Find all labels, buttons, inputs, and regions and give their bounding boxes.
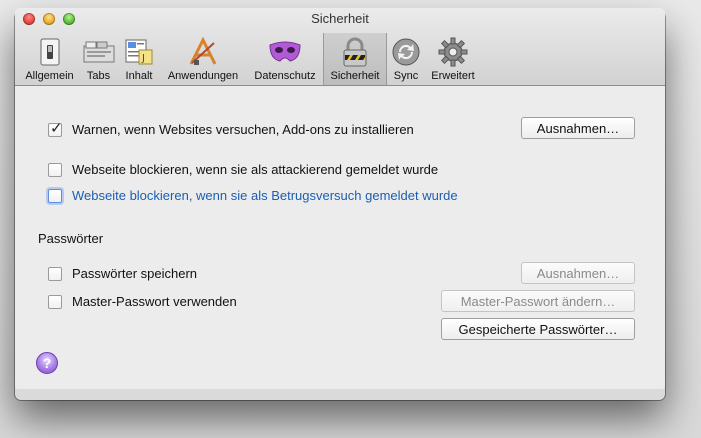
block-fraud-label: Webseite blockieren, wenn sie als Betrug…: [72, 188, 458, 203]
preferences-toolbar: Allgemein Tabs J Inhalt Anwendungen Date…: [21, 33, 481, 85]
block-attack-row: Webseite blockieren, wenn sie als attack…: [48, 162, 438, 177]
tab-sicherheit[interactable]: Sicherheit: [323, 33, 387, 85]
save-passwords-label: Passwörter speichern: [72, 266, 197, 281]
mask-icon: [268, 36, 302, 68]
question-mark-icon: ?: [42, 355, 52, 371]
applications-icon: [186, 36, 220, 68]
save-passwords-checkbox[interactable]: [48, 266, 62, 281]
tab-label: Tabs: [86, 70, 111, 82]
switch-icon: [33, 36, 67, 68]
tab-label: Datenschutz: [254, 70, 316, 82]
tab-tabs[interactable]: Tabs: [78, 33, 119, 85]
tab-datenschutz[interactable]: Datenschutz: [247, 33, 323, 85]
warn-addons-label: Warnen, wenn Websites versuchen, Add-ons…: [72, 122, 414, 137]
tab-label: Sicherheit: [330, 70, 380, 82]
block-fraud-checkbox[interactable]: [48, 188, 62, 203]
warn-addons-row: ✓ Warnen, wenn Websites versuchen, Add-o…: [48, 119, 414, 137]
block-attack-label: Webseite blockieren, wenn sie als attack…: [72, 162, 439, 177]
svg-text:J: J: [141, 53, 145, 64]
tab-label: Allgemein: [25, 70, 74, 82]
master-password-row: Master-Passwort verwenden: [48, 294, 237, 309]
password-exceptions-button[interactable]: Ausnahmen…: [521, 262, 635, 284]
master-password-label: Master-Passwort verwenden: [72, 294, 237, 309]
lock-icon: [338, 36, 372, 68]
gear-icon: [436, 36, 470, 68]
saved-passwords-button[interactable]: Gespeicherte Passwörter…: [441, 318, 635, 340]
tab-allgemein[interactable]: Allgemein: [21, 33, 78, 85]
tabs-icon: [82, 36, 116, 68]
tab-label: Sync: [393, 70, 419, 82]
tab-inhalt[interactable]: J Inhalt: [119, 33, 159, 85]
preferences-window: Sicherheit Allgemein Tabs J Inhalt Anwen…: [15, 8, 665, 389]
window-title: Sicherheit: [311, 11, 369, 26]
tab-label: Erweitert: [431, 70, 475, 82]
block-fraud-row: Webseite blockieren, wenn sie als Betrug…: [48, 188, 458, 203]
addons-exceptions-button[interactable]: Ausnahmen…: [521, 117, 635, 139]
help-button[interactable]: ?: [36, 352, 58, 374]
title-bar: Sicherheit Allgemein Tabs J Inhalt Anwen…: [15, 8, 665, 86]
checkmark-icon: ✓: [50, 119, 63, 137]
security-pane: ✓ Warnen, wenn Websites versuchen, Add-o…: [15, 86, 665, 389]
tab-erweitert[interactable]: Erweitert: [425, 33, 481, 85]
sync-icon: [389, 36, 423, 68]
tab-label: Anwendungen: [167, 70, 239, 82]
save-passwords-row: Passwörter speichern: [48, 266, 197, 281]
warn-addons-checkbox[interactable]: ✓: [48, 119, 63, 137]
change-master-password-button[interactable]: Master-Passwort ändern…: [441, 290, 635, 312]
passwords-heading: Passwörter: [38, 231, 104, 246]
tab-sync[interactable]: Sync: [387, 33, 425, 85]
master-password-checkbox[interactable]: [48, 294, 62, 309]
tab-anwendungen[interactable]: Anwendungen: [159, 33, 247, 85]
block-attack-checkbox[interactable]: [48, 162, 62, 177]
content-icon: J: [122, 36, 156, 68]
tab-label: Inhalt: [125, 70, 153, 82]
